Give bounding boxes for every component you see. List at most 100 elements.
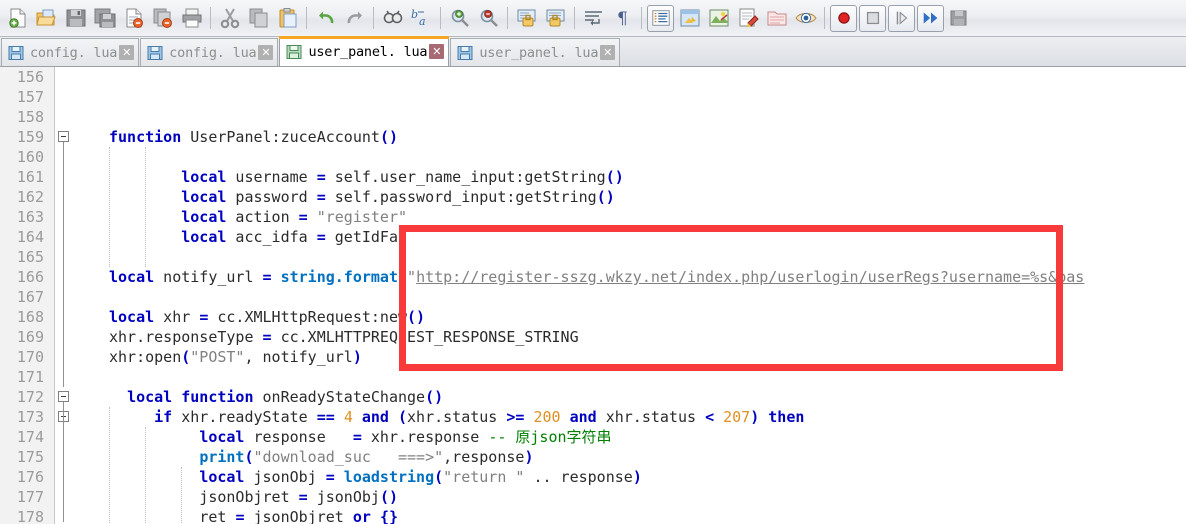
line-number: 160	[0, 147, 44, 167]
floppy-disk-icon	[8, 45, 24, 61]
line-number: 172	[0, 387, 44, 407]
cut-icon[interactable]	[215, 4, 244, 33]
code-line[interactable]: 166local notify_url = string.format("htt…	[0, 267, 1186, 287]
toolbar-separator	[507, 7, 508, 29]
floppy-disk-icon	[457, 45, 473, 61]
tab-config-lua-2[interactable]: config. lua ✕	[140, 38, 278, 66]
code-text: xhr:open("POST", notify_url)	[109, 347, 362, 367]
code-line[interactable]: 156	[0, 67, 1186, 87]
monitoring-icon[interactable]	[791, 4, 820, 33]
toolbar-separator	[574, 7, 575, 29]
open-file-icon[interactable]	[32, 4, 61, 33]
line-number: 177	[0, 487, 44, 507]
code-line[interactable]: 157	[0, 87, 1186, 107]
word-wrap-icon[interactable]	[579, 4, 608, 33]
code-line[interactable]: 178 ret = jsonObjret or {}	[0, 507, 1186, 524]
show-all-characters-icon[interactable]: ¶	[608, 4, 637, 33]
line-number: 161	[0, 167, 44, 187]
code-text: local password = self.password_input:get…	[109, 187, 615, 207]
code-line[interactable]: 174 local response = xhr.response -- 原js…	[0, 427, 1186, 447]
tab-user-panel-lua-active[interactable]: user_panel. lua ✕	[279, 36, 449, 66]
tab-label: config. lua	[30, 45, 117, 61]
code-text: ret = jsonObjret or {}	[109, 507, 398, 524]
code-text: local acc_idfa = getIdFa(	[109, 227, 407, 247]
fold-collapse-icon[interactable]	[58, 131, 69, 142]
close-file-icon[interactable]	[119, 4, 148, 33]
sync-horizontal-scroll-icon[interactable]	[541, 4, 570, 33]
save-all-icon[interactable]	[90, 4, 119, 33]
undo-icon[interactable]	[311, 4, 340, 33]
indent-guide	[181, 467, 182, 524]
toolbar-separator	[440, 7, 441, 29]
code-line[interactable]: 158	[0, 107, 1186, 127]
code-line[interactable]: 167	[0, 287, 1186, 307]
stop-macro-icon[interactable]	[858, 4, 887, 33]
code-line[interactable]: 165	[0, 247, 1186, 267]
code-line[interactable]: 164 local acc_idfa = getIdFa(	[0, 227, 1186, 247]
line-number: 170	[0, 347, 44, 367]
tab-label: user_panel. lua	[308, 44, 427, 60]
sync-vertical-scroll-icon[interactable]	[512, 4, 541, 33]
fold-collapse-icon[interactable]	[58, 391, 69, 402]
code-line[interactable]: 172 local function onReadyStateChange()	[0, 387, 1186, 407]
code-line[interactable]: 162 local password = self.password_input…	[0, 187, 1186, 207]
save-macro-icon[interactable]	[945, 4, 974, 33]
code-line[interactable]: 160	[0, 147, 1186, 167]
code-line[interactable]: 159function UserPanel:zuceAccount()	[0, 127, 1186, 147]
code-line[interactable]: 168local xhr = cc.XMLHttpRequest:new()	[0, 307, 1186, 327]
tab-close-icon[interactable]: ✕	[600, 45, 615, 60]
toolbar-separator	[641, 7, 642, 29]
floppy-disk-icon	[286, 44, 302, 60]
print-icon[interactable]	[177, 4, 206, 33]
code-line[interactable]: 176 local jsonObj = loadstring("return "…	[0, 467, 1186, 487]
copy-icon[interactable]	[244, 4, 273, 33]
code-line[interactable]: 163 local action = "register"	[0, 207, 1186, 227]
tab-config-lua-1[interactable]: config. lua ✕	[1, 38, 139, 66]
paste-icon[interactable]	[273, 4, 302, 33]
tab-close-icon[interactable]: ✕	[119, 45, 134, 60]
line-number: 156	[0, 67, 44, 87]
redo-icon[interactable]	[340, 4, 369, 33]
svg-text:a: a	[419, 15, 426, 28]
zoom-out-icon[interactable]	[474, 4, 503, 33]
replace-icon[interactable]: b a	[407, 4, 436, 33]
run-macro-multiple-icon[interactable]	[916, 4, 945, 33]
show-indent-guide-icon[interactable]	[646, 4, 675, 33]
code-text: local username = self.user_name_input:ge…	[109, 167, 624, 187]
main-toolbar: b a	[0, 0, 1186, 37]
document-map-icon[interactable]	[704, 4, 733, 33]
code-editor-area[interactable]: 156157158159function UserPanel:zuceAccou…	[0, 67, 1186, 524]
function-list-icon[interactable]	[733, 4, 762, 33]
record-macro-icon[interactable]	[829, 4, 858, 33]
code-lines[interactable]: 156157158159function UserPanel:zuceAccou…	[0, 67, 1186, 524]
save-icon[interactable]	[61, 4, 90, 33]
code-line[interactable]: 177 jsonObjret = jsonObj()	[0, 487, 1186, 507]
code-line[interactable]: 169xhr.responseType = cc.XMLHTTPREQUEST_…	[0, 327, 1186, 347]
fold-guide-line	[63, 142, 64, 387]
find-icon[interactable]	[378, 4, 407, 33]
code-line[interactable]: 161 local username = self.user_name_inpu…	[0, 167, 1186, 187]
tab-close-icon[interactable]: ✕	[429, 44, 444, 59]
code-line[interactable]: 171	[0, 367, 1186, 387]
code-text: local notify_url = string.format("http:/…	[109, 267, 1084, 287]
line-number: 169	[0, 327, 44, 347]
code-text: jsonObjret = jsonObj()	[109, 487, 398, 507]
playback-macro-icon[interactable]	[887, 4, 916, 33]
tab-close-icon[interactable]: ✕	[258, 45, 273, 60]
code-line[interactable]: 170 xhr:open("POST", notify_url)	[0, 347, 1186, 367]
line-number: 171	[0, 367, 44, 387]
new-file-icon[interactable]	[3, 4, 32, 33]
user-defined-dialog-icon[interactable]	[675, 4, 704, 33]
code-text: local jsonObj = loadstring("return " .. …	[109, 467, 642, 487]
close-all-icon[interactable]	[148, 4, 177, 33]
toolbar-separator	[373, 7, 374, 29]
code-text: print("download_suc ===>",response)	[109, 447, 533, 467]
folder-as-workspace-icon[interactable]	[762, 4, 791, 33]
line-number: 164	[0, 227, 44, 247]
tab-user-panel-lua-2[interactable]: user_panel. lua ✕	[450, 38, 620, 66]
code-text: if xhr.readyState == 4 and (xhr.status >…	[109, 407, 804, 427]
code-line[interactable]: 173 if xhr.readyState == 4 and (xhr.stat…	[0, 407, 1186, 427]
code-line[interactable]: 175 print("download_suc ===>",response)	[0, 447, 1186, 467]
code-text: local function onReadyStateChange()	[109, 387, 443, 407]
zoom-in-icon[interactable]	[445, 4, 474, 33]
